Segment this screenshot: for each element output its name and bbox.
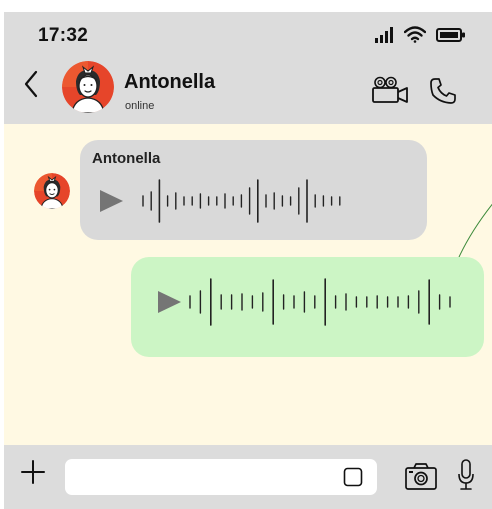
play-icon[interactable] bbox=[100, 190, 123, 212]
incoming-voice-message[interactable]: Antonella bbox=[80, 140, 427, 240]
chat-header: 17:32 Antonella online bbox=[4, 12, 492, 124]
microphone-icon bbox=[458, 459, 474, 490]
camera-button[interactable] bbox=[404, 461, 438, 491]
contact-avatar[interactable] bbox=[62, 61, 114, 113]
phone-screen: 17:32 Antonella online Antonella bbox=[4, 12, 492, 509]
waveform bbox=[189, 278, 451, 326]
avatar-illustration bbox=[62, 61, 114, 113]
status-time: 17:32 bbox=[38, 25, 89, 46]
play-icon[interactable] bbox=[158, 291, 181, 313]
attach-button[interactable] bbox=[20, 459, 46, 485]
voice-player-outgoing bbox=[158, 278, 451, 326]
message-input[interactable] bbox=[65, 459, 377, 495]
voice-player-incoming bbox=[100, 179, 341, 223]
waveform bbox=[142, 179, 341, 223]
microphone-button[interactable] bbox=[456, 458, 476, 494]
sticker-icon bbox=[343, 467, 363, 487]
plus-icon bbox=[21, 460, 45, 484]
sticker-button[interactable] bbox=[343, 467, 363, 487]
battery-icon bbox=[436, 27, 465, 42]
back-button[interactable] bbox=[20, 68, 42, 100]
chevron-left-icon bbox=[24, 70, 38, 98]
voice-call-button[interactable] bbox=[428, 76, 458, 106]
video-camera-icon bbox=[372, 76, 408, 103]
avatar-illustration bbox=[34, 173, 70, 209]
outgoing-voice-message[interactable] bbox=[131, 257, 484, 357]
wifi-icon bbox=[404, 26, 426, 43]
camera-icon bbox=[405, 463, 437, 490]
message-input-bar bbox=[4, 445, 492, 509]
status-icons bbox=[374, 26, 466, 43]
phone-icon bbox=[430, 78, 456, 104]
sender-avatar[interactable] bbox=[34, 173, 70, 209]
contact-name[interactable]: Antonella bbox=[124, 71, 215, 94]
video-call-button[interactable] bbox=[370, 76, 410, 104]
cellular-signal-icon bbox=[375, 26, 393, 43]
contact-status: online bbox=[125, 100, 155, 112]
